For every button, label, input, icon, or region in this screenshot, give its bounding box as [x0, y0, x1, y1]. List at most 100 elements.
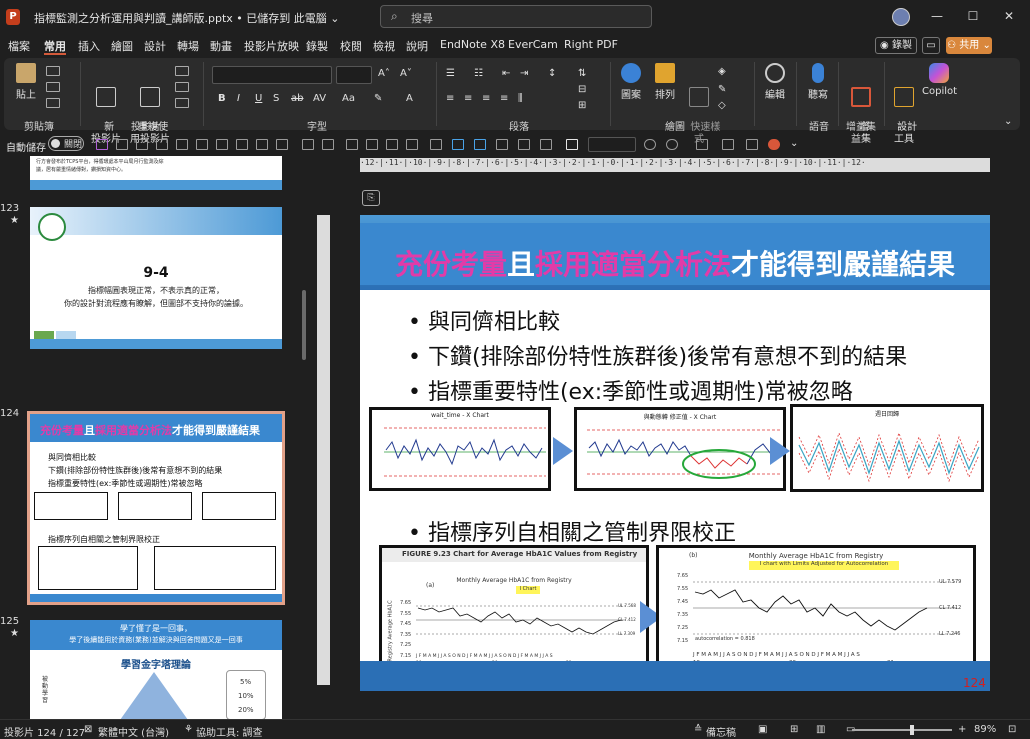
reading-view-icon[interactable]: ▥ [816, 724, 825, 735]
tab-home[interactable]: 常用 [44, 38, 66, 54]
redo-icon[interactable] [644, 139, 656, 150]
tab-slideshow[interactable]: 投影片放映 [244, 38, 299, 54]
tab-draw[interactable]: 繪圖 [111, 38, 133, 54]
font-size-select[interactable] [336, 66, 372, 84]
shape-outline-icon[interactable]: ✎ [718, 84, 726, 95]
slide-thumbnail-panel[interactable]: 行方會發布於TCPS平台，得循環處本平山局月行監測及綜 議，居有嚴重情緒傳對，鑽… [0, 156, 315, 719]
line-spacing-qat-icon[interactable] [540, 139, 552, 150]
tab-record[interactable]: 錄製 [306, 38, 328, 54]
bullet-text[interactable]: • 指標重要特性(ex:季節性或週期性)常被忽略 [408, 374, 853, 406]
tab-review[interactable]: 校閱 [340, 38, 362, 54]
slide-icon-e[interactable] [196, 139, 208, 150]
slide-thumbnail-selected[interactable]: 充份考量且採用適當分析法才能得到嚴謹結果 與同儕相比較 下鑽(排除部份特性族群後… [27, 411, 285, 605]
paste-button[interactable]: 貼上 [12, 63, 40, 101]
scrollbar-thumb[interactable] [302, 290, 306, 360]
tab-rightpdf[interactable]: Right PDF [564, 38, 618, 51]
italic-button[interactable]: I [237, 93, 240, 104]
bullets-icon[interactable]: ☰ [446, 68, 455, 79]
close-button[interactable]: ✕ [997, 6, 1021, 26]
bullet-text[interactable]: • 指標序列自相關之管制界限校正 [408, 515, 736, 547]
line-spacing-icon[interactable]: ↕ [548, 68, 556, 79]
section-icon[interactable] [175, 98, 189, 108]
bring-forward-icon[interactable] [322, 139, 334, 150]
slide-thumbnail[interactable]: 9-4 指標幅圓表現正常，不表示真的正常， 你的設計對流程應有瞭解，但圖部不支持… [30, 207, 282, 349]
maximize-button[interactable]: ☐ [961, 6, 985, 26]
record-button[interactable]: ◉ 錄製 [875, 37, 917, 54]
shapes-button[interactable]: 圖案 [618, 63, 644, 101]
align-center-icon[interactable]: ≡ [464, 93, 472, 104]
indent-decrease-icon[interactable]: ⇤ [502, 68, 510, 79]
zoom-slider-knob[interactable] [910, 725, 914, 735]
tab-endnote[interactable]: EndNote X8 [440, 38, 505, 51]
slide-icon-c[interactable] [156, 139, 168, 150]
format-painter-icon[interactable] [46, 98, 60, 108]
file-title[interactable]: 指標監測之分析運用與判讀_講師版.pptx • 已儲存到 此電腦 ⌄ [34, 10, 339, 26]
thumbnail-scrollbar[interactable] [302, 165, 306, 705]
align-right-icon[interactable]: ≡ [482, 93, 490, 104]
underline-button[interactable]: U [255, 93, 262, 104]
save-icon[interactable] [96, 139, 108, 150]
accessibility-status[interactable]: 協助工具: 調查 [196, 724, 263, 739]
slide-icon-d[interactable] [176, 139, 188, 150]
cut-icon[interactable] [46, 66, 60, 76]
designer-ideas-icon[interactable]: ⎘ [362, 190, 380, 206]
search-input[interactable]: ⌕ 搜尋 [380, 5, 652, 28]
notes-button[interactable]: 備忘稿 [706, 724, 736, 739]
tab-evercam[interactable]: EverCam [508, 38, 558, 51]
char-spacing-button[interactable]: AV [313, 93, 326, 104]
textbox-b-icon[interactable] [474, 139, 486, 150]
zoom-level[interactable]: 89% [974, 724, 996, 735]
layout-icon[interactable] [175, 66, 189, 76]
fit-slide-icon[interactable]: ⊡ [1008, 724, 1016, 735]
align-left-icon[interactable]: ≡ [446, 93, 454, 104]
rotate-icon[interactable] [256, 139, 268, 150]
tab-file[interactable]: 檔案 [8, 38, 30, 54]
dictate-button[interactable]: 聽寫 [804, 63, 832, 101]
strikethrough-button[interactable]: ab [291, 93, 303, 104]
numbering-icon[interactable]: ☷ [474, 68, 483, 79]
flip-icon[interactable] [276, 139, 288, 150]
font-size-qat-select[interactable] [588, 137, 636, 152]
bullet-text[interactable]: • 與同儕相比較 [408, 304, 560, 336]
indent-increase-icon[interactable]: ⇥ [520, 68, 528, 79]
shape-effects-icon[interactable]: ◇ [718, 100, 726, 111]
comment-button[interactable]: ▭ [922, 37, 940, 54]
justify-icon[interactable]: ≡ [500, 93, 508, 104]
group-icon[interactable] [430, 139, 442, 150]
font-size-up-icon[interactable] [496, 139, 508, 150]
autosave-toggle[interactable]: 關閉 [48, 136, 84, 151]
tab-transitions[interactable]: 轉場 [177, 38, 199, 54]
slide-canvas[interactable]: 充份考量且採用適當分析法才能得到嚴謹結果 • 與同儕相比較 • 下鑽(排除部份特… [360, 215, 990, 691]
tab-help[interactable]: 說明 [406, 38, 428, 54]
decrease-font-icon[interactable]: A˅ [400, 68, 412, 79]
highlight-icon[interactable]: ✎ [374, 93, 382, 104]
distribute-icon[interactable] [406, 139, 418, 150]
slide-thumbnail[interactable]: 行方會發布於TCPS平台，得循環處本平山局月行監測及綜 議，居有嚴重情緒傳對，鑽… [30, 156, 282, 190]
zoom-slider[interactable] [852, 729, 952, 731]
arrange-button[interactable]: 排列 [652, 63, 678, 101]
font-color-button[interactable]: A [406, 93, 413, 104]
crop-tool-icon[interactable] [302, 139, 314, 150]
eraser-icon[interactable] [746, 139, 758, 150]
align-icon[interactable] [386, 139, 398, 150]
change-case-button[interactable]: Aa [342, 93, 355, 104]
bullet-text[interactable]: • 下鑽(排除部份特性族群後)後常有意想不到的結果 [408, 339, 907, 371]
reset-icon[interactable] [175, 82, 189, 92]
normal-view-icon[interactable]: ▣ [758, 724, 767, 735]
columns-icon[interactable]: ⫼ [518, 93, 523, 104]
copy-icon[interactable] [46, 82, 60, 92]
shape-fill-icon[interactable]: ◈ [718, 66, 726, 77]
slide-icon-a[interactable] [116, 139, 128, 150]
paint-icon[interactable] [346, 139, 358, 150]
line-icon[interactable] [722, 139, 734, 150]
slide-sorter-icon[interactable]: ⊞ [790, 724, 798, 735]
table-icon[interactable] [366, 139, 378, 150]
font-color-qat-icon[interactable] [566, 139, 578, 150]
bold-button[interactable]: B [218, 93, 226, 104]
tab-animations[interactable]: 動畫 [210, 38, 232, 54]
spelling-icon[interactable]: ⊠ [84, 724, 92, 735]
language-status[interactable]: 繁體中文 (台灣) [98, 724, 169, 739]
crop-icon[interactable] [236, 139, 248, 150]
smartart-icon[interactable]: ⊞ [578, 100, 586, 111]
pen-icon[interactable] [696, 139, 708, 150]
